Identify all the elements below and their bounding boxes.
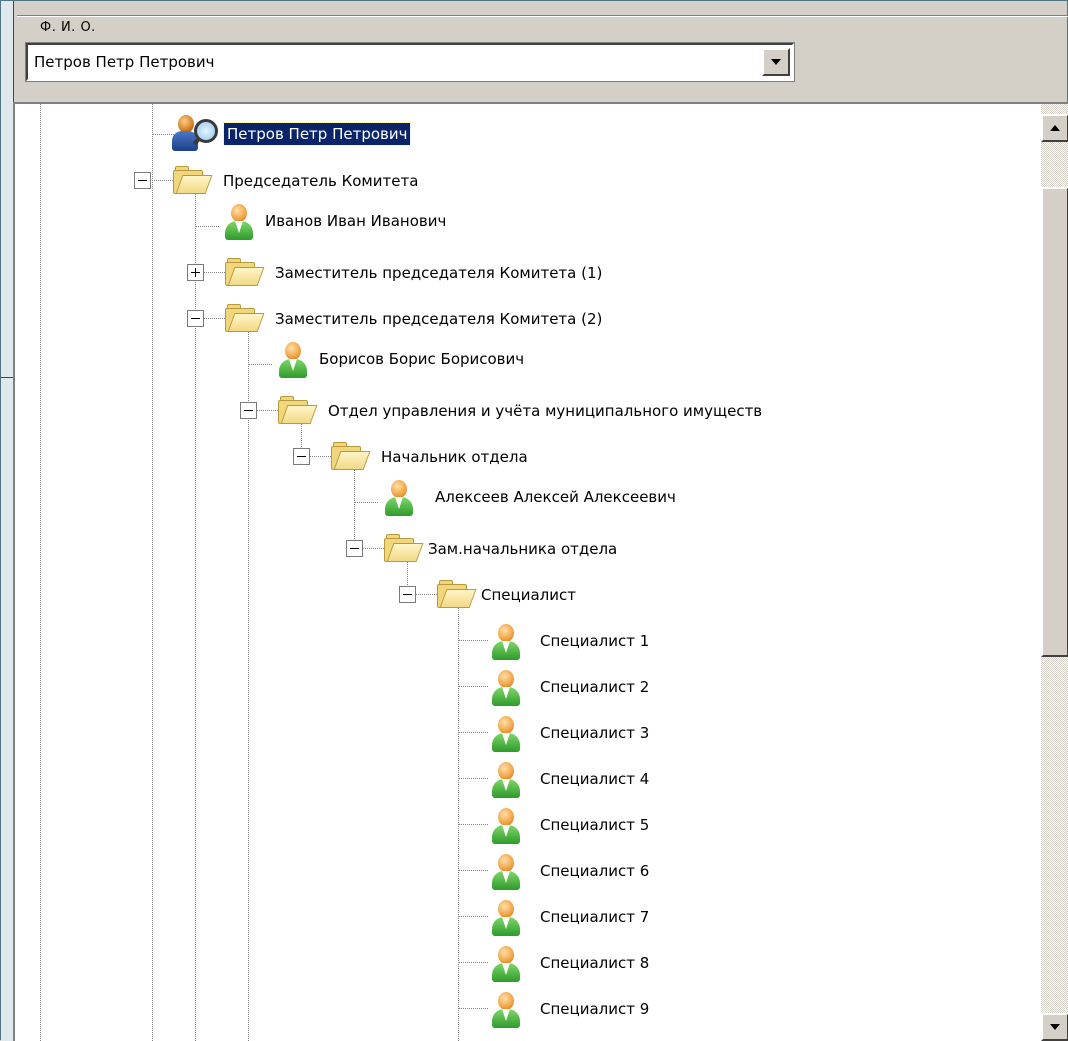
tree-node-label: Борисов Борис Борисович [319,350,525,368]
tree-node-label: Петров Петр Петрович [222,122,412,146]
folder-open-icon [331,442,371,470]
scrollbar-thumb[interactable] [1041,187,1068,657]
scroll-up-button[interactable] [1041,114,1068,142]
expand-toggle-deputy1[interactable] [187,264,204,281]
tree-node-label: Отдел управления и учёта муниципального … [328,402,763,420]
user-icon [490,624,522,660]
user-icon [490,808,522,844]
fio-legend: Ф. И. О. [37,20,99,35]
tree-node-label: Иванов Иван Иванович [265,212,447,230]
user-icon [490,762,522,798]
chevron-up-icon [1050,125,1060,131]
org-tree-view[interactable]: Петров Петр Петрович Председатель Комите… [13,102,1068,1041]
user-icon [490,670,522,706]
tree-node-label: Специалист 3 [540,724,650,742]
collapse-toggle-department[interactable] [240,402,257,419]
collapse-toggle-deputy2[interactable] [187,310,204,327]
fio-combobox-value: Петров Петр Петрович [34,53,215,71]
tree-node-label: Заместитель председателя Комитета (1) [275,264,603,282]
tree-node-label: Специалист 5 [540,816,650,834]
fio-combobox[interactable]: Петров Петр Петрович [25,42,795,82]
tree-node-label: Специалист 7 [540,908,650,926]
tree-node-label: Специалист 1 [540,632,650,650]
combobox-dropdown-button[interactable] [762,48,790,76]
folder-open-icon [225,304,265,332]
user-icon [490,900,522,936]
collapse-toggle-head[interactable] [293,448,310,465]
org-tree-window: Ф. И. О. Петров Петр Петрович Петров Пет… [0,0,1068,1041]
tree-node-label: Специалист 2 [540,678,650,696]
folder-open-icon [173,166,213,194]
user-icon [490,992,522,1028]
tree-node-label: Алексеев Алексей Алексеевич [435,488,676,506]
tree-node-label: Начальник отдела [381,448,528,466]
user-icon [383,480,415,516]
user-icon [223,204,255,240]
tree-node-label: Специалист [481,586,576,604]
chevron-down-icon [1050,1024,1060,1030]
tree-node-label: Председатель Комитета [223,172,419,190]
tree-node-label: Заместитель председателя Комитета (2) [275,310,603,328]
tree-node-label: Специалист 6 [540,862,650,880]
folder-open-icon [384,534,424,562]
user-icon [490,854,522,890]
tree-vertical-scrollbar[interactable] [1041,104,1068,1041]
tree-node-label: Специалист 9 [540,1000,650,1018]
tree-node-label: Зам.начальника отдела [428,540,618,558]
collapse-toggle-deputy-head[interactable] [346,540,363,557]
tree-node-label: Специалист 8 [540,954,650,972]
user-search-icon [172,115,218,151]
user-icon [277,342,309,378]
collapse-toggle-specialist[interactable] [399,586,416,603]
folder-open-icon [278,396,318,424]
folder-open-icon [437,580,477,608]
scroll-down-button[interactable] [1041,1013,1068,1041]
tree-node-label: Специалист 4 [540,770,650,788]
folder-icon [225,258,265,286]
chevron-down-icon [771,59,781,65]
collapse-toggle-chairman[interactable] [134,172,151,189]
user-icon [490,946,522,982]
user-icon [490,716,522,752]
